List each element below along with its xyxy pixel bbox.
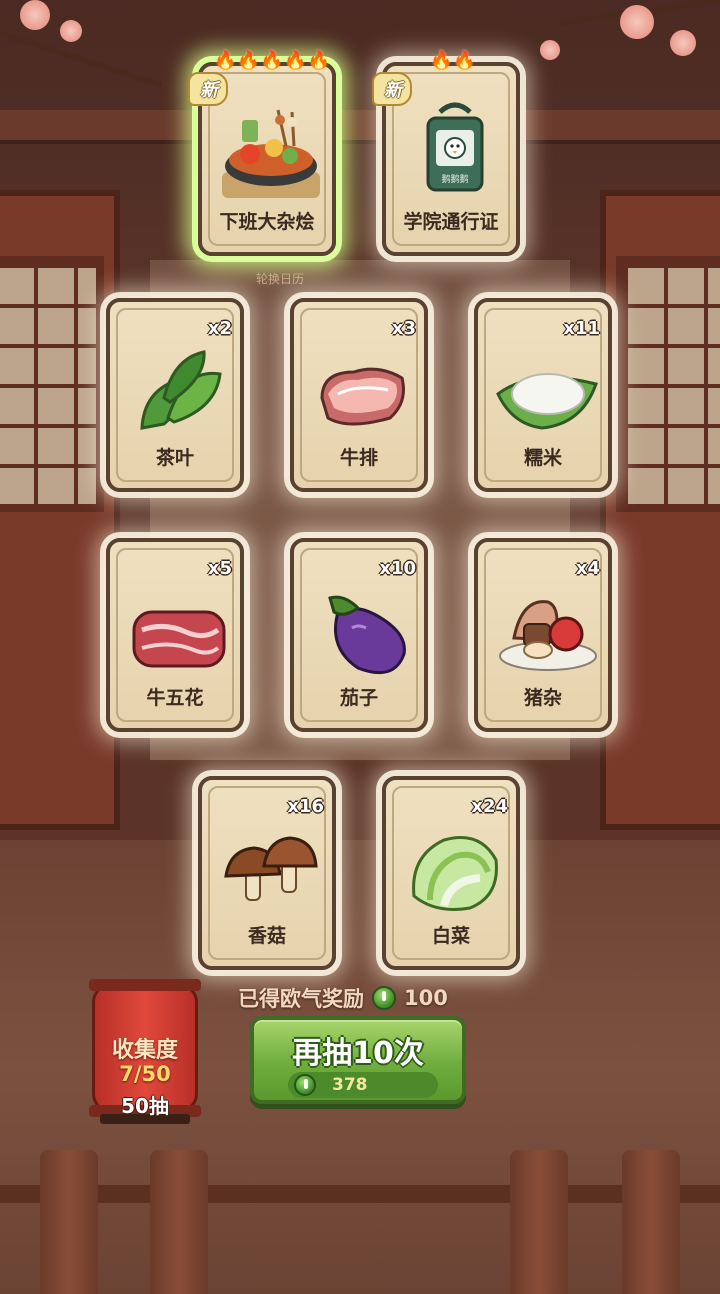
pass-badge-text: 鹅鹅鹅 — [441, 173, 468, 185]
item-card-cabbage[interactable]: x24 白菜 — [382, 776, 520, 970]
rotate-calendar-label: 轮换日历 — [255, 272, 304, 286]
reward-label: 已得欧气奖励 — [238, 987, 364, 1011]
blossom — [620, 5, 654, 39]
fence-post — [40, 1150, 98, 1294]
flame-icon: 🔥 — [260, 50, 284, 71]
luck-reward: 已得欧气奖励 100 — [238, 983, 448, 1013]
flame-rating: 🔥 🔥 — [430, 52, 476, 70]
item-count: x4 — [575, 558, 600, 579]
featured-card-pass[interactable]: 🔥 🔥 新 鹅鹅鹅 学院通行证 — [372, 52, 520, 256]
beef-belly-icon — [132, 610, 226, 668]
flame-icon: 🔥 — [214, 50, 237, 71]
item-name: 白菜 — [431, 925, 470, 947]
fence-post — [510, 1150, 568, 1294]
blossom — [20, 0, 50, 30]
draw-button-label: 再抽10次 — [292, 1036, 424, 1071]
item-name: 茶叶 — [155, 447, 194, 469]
flame-rating: 🔥 🔥 🔥 🔥 🔥 — [214, 52, 330, 70]
right-lattice-door — [600, 190, 720, 830]
eggplant-icon — [328, 595, 406, 675]
blossom — [60, 20, 82, 42]
flame-icon: 🔥 — [430, 50, 453, 71]
left-lattice-door — [0, 190, 120, 830]
flame-icon: 🔥 — [237, 50, 260, 71]
ceiling-beam — [0, 110, 720, 144]
jade-coin-icon — [294, 1074, 316, 1096]
mushroom-icon — [224, 836, 318, 901]
hotpot-icon — [222, 109, 320, 198]
jade-coin-icon — [372, 986, 396, 1010]
item-count: x11 — [563, 318, 600, 339]
flame-icon: 🔥 — [307, 50, 331, 71]
flame-icon: 🔥 — [284, 50, 307, 71]
item-card-sticky-rice[interactable]: x11 糯米 — [474, 298, 612, 492]
collection-progress: 7/50 — [119, 1062, 171, 1086]
item-card-mushroom[interactable]: x16 香菇 — [198, 776, 336, 970]
featured-card-hotpot[interactable]: 🔥 🔥 🔥 🔥 🔥 新 下班大杂烩 — [188, 52, 336, 256]
flame-icon: 🔥 — [453, 50, 476, 71]
card-name: 学院通行证 — [403, 211, 499, 233]
collection-lantern[interactable]: 收集度 7/50 50抽 — [89, 979, 201, 1124]
item-card-beef-belly[interactable]: x5 牛五花 — [106, 538, 244, 732]
pork-offal-icon — [499, 600, 597, 671]
cabbage-icon — [412, 836, 498, 911]
steak-icon — [320, 367, 405, 426]
card-name: 下班大杂烩 — [219, 211, 315, 233]
item-name: 牛五花 — [146, 687, 204, 709]
new-tag: 新 — [188, 72, 228, 106]
draw-cost-value: 378 — [332, 1075, 368, 1095]
item-name: 猪杂 — [523, 687, 562, 709]
item-count: x16 — [287, 796, 324, 817]
item-name: 牛排 — [339, 447, 378, 469]
reward-value: 100 — [404, 986, 448, 1010]
academy-pass-icon: 鹅鹅鹅 — [426, 102, 484, 192]
item-name: 糯米 — [523, 447, 562, 469]
item-count: x3 — [391, 318, 416, 339]
item-name: 香菇 — [247, 925, 286, 947]
item-count: x5 — [207, 558, 232, 579]
item-card-tea[interactable]: x2 茶叶 — [106, 298, 244, 492]
item-count: x24 — [471, 796, 508, 817]
collection-title: 收集度 — [111, 1038, 178, 1063]
draw-cost: 378 — [288, 1072, 438, 1098]
item-card-eggplant[interactable]: x10 茄子 — [290, 538, 428, 732]
new-tag: 新 — [372, 72, 412, 106]
tea-leaf-icon — [140, 350, 222, 430]
blossom — [670, 30, 696, 56]
draw-again-button[interactable]: 再抽10次 378 — [250, 1016, 466, 1104]
collection-draw-count: 50抽 — [121, 1094, 169, 1118]
item-count: x2 — [207, 318, 232, 339]
fence-post — [150, 1150, 208, 1294]
item-count: x10 — [379, 558, 416, 579]
fence-rail — [0, 1185, 720, 1203]
item-card-steak[interactable]: x3 牛排 — [290, 298, 428, 492]
sticky-rice-icon — [496, 373, 598, 430]
blossom — [540, 40, 560, 60]
item-name: 茄子 — [339, 687, 378, 709]
fence-post — [622, 1150, 680, 1294]
item-card-pork-offal[interactable]: x4 猪杂 — [474, 538, 612, 732]
